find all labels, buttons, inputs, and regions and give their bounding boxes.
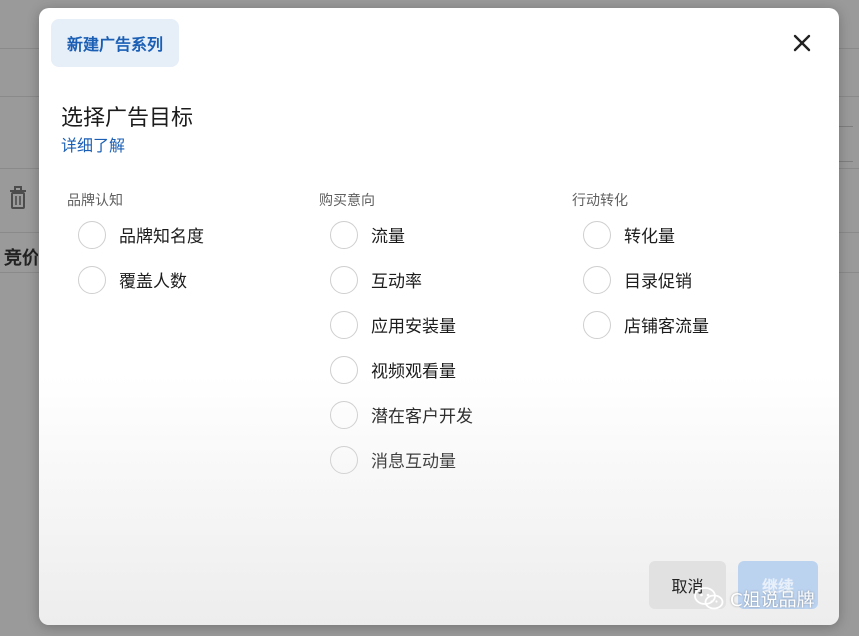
option-label: 店铺客流量: [624, 317, 709, 337]
objective-option[interactable]: 店铺客流量: [583, 302, 788, 347]
radio-button[interactable]: [78, 265, 106, 294]
radio-button[interactable]: [330, 265, 358, 294]
background-label: 竞价: [4, 248, 38, 269]
radio-button[interactable]: [330, 355, 358, 384]
radio-button[interactable]: [583, 265, 611, 294]
learn-more-link[interactable]: 详细了解: [61, 132, 125, 156]
option-label: 消息互动量: [371, 452, 456, 472]
objective-option[interactable]: 潜在客户开发: [330, 392, 535, 437]
radio-button[interactable]: [330, 310, 358, 339]
objective-option[interactable]: 消息互动量: [330, 437, 535, 482]
trash-icon[interactable]: [8, 186, 30, 212]
close-button[interactable]: [789, 30, 815, 56]
option-label: 视频观看量: [371, 362, 456, 382]
tab-new-campaign[interactable]: 新建广告系列: [51, 19, 180, 67]
column-title: 品牌认知: [67, 193, 123, 209]
close-icon: [793, 34, 811, 52]
radio-button[interactable]: [583, 220, 611, 249]
option-label: 覆盖人数: [119, 272, 187, 292]
objective-column-conversion: 行动转化 转化量 目录促销 店铺客流量: [568, 190, 788, 347]
radio-button[interactable]: [330, 445, 358, 474]
wechat-icon: [694, 587, 724, 610]
objective-column-awareness: 品牌认知 品牌知名度 覆盖人数: [63, 190, 283, 302]
objective-option[interactable]: 覆盖人数: [78, 257, 283, 302]
objective-option[interactable]: 互动率: [330, 257, 535, 302]
radio-button[interactable]: [330, 220, 358, 249]
create-campaign-dialog: 新建广告系列 选择广告目标 详细了解 品牌认知 品牌知名度 覆盖人数 购买意向 …: [39, 8, 839, 625]
option-label: 品牌知名度: [119, 227, 204, 247]
option-label: 流量: [371, 227, 405, 247]
option-label: 互动率: [371, 272, 422, 292]
radio-button[interactable]: [78, 220, 106, 249]
objective-option[interactable]: 目录促销: [583, 257, 788, 302]
watermark: C姐说品牌: [694, 582, 815, 616]
objective-option[interactable]: 品牌知名度: [78, 212, 283, 257]
option-label: 应用安装量: [371, 317, 456, 337]
column-title: 行动转化: [572, 193, 628, 209]
objective-option[interactable]: 流量: [330, 212, 535, 257]
column-title: 购买意向: [319, 193, 375, 209]
objective-option[interactable]: 应用安装量: [330, 302, 535, 347]
option-label: 潜在客户开发: [371, 407, 473, 427]
option-label: 目录促销: [624, 272, 692, 292]
objective-option[interactable]: 转化量: [583, 212, 788, 257]
radio-button[interactable]: [330, 400, 358, 429]
radio-button[interactable]: [583, 310, 611, 339]
objective-option[interactable]: 视频观看量: [330, 347, 535, 392]
objective-column-consideration: 购买意向 流量 互动率 应用安装量 视频观看量 潜在客户开发 消息互动量: [315, 190, 535, 482]
dialog-heading: 选择广告目标: [61, 106, 194, 131]
watermark-text: C姐说品牌: [730, 590, 815, 611]
option-label: 转化量: [624, 227, 675, 247]
